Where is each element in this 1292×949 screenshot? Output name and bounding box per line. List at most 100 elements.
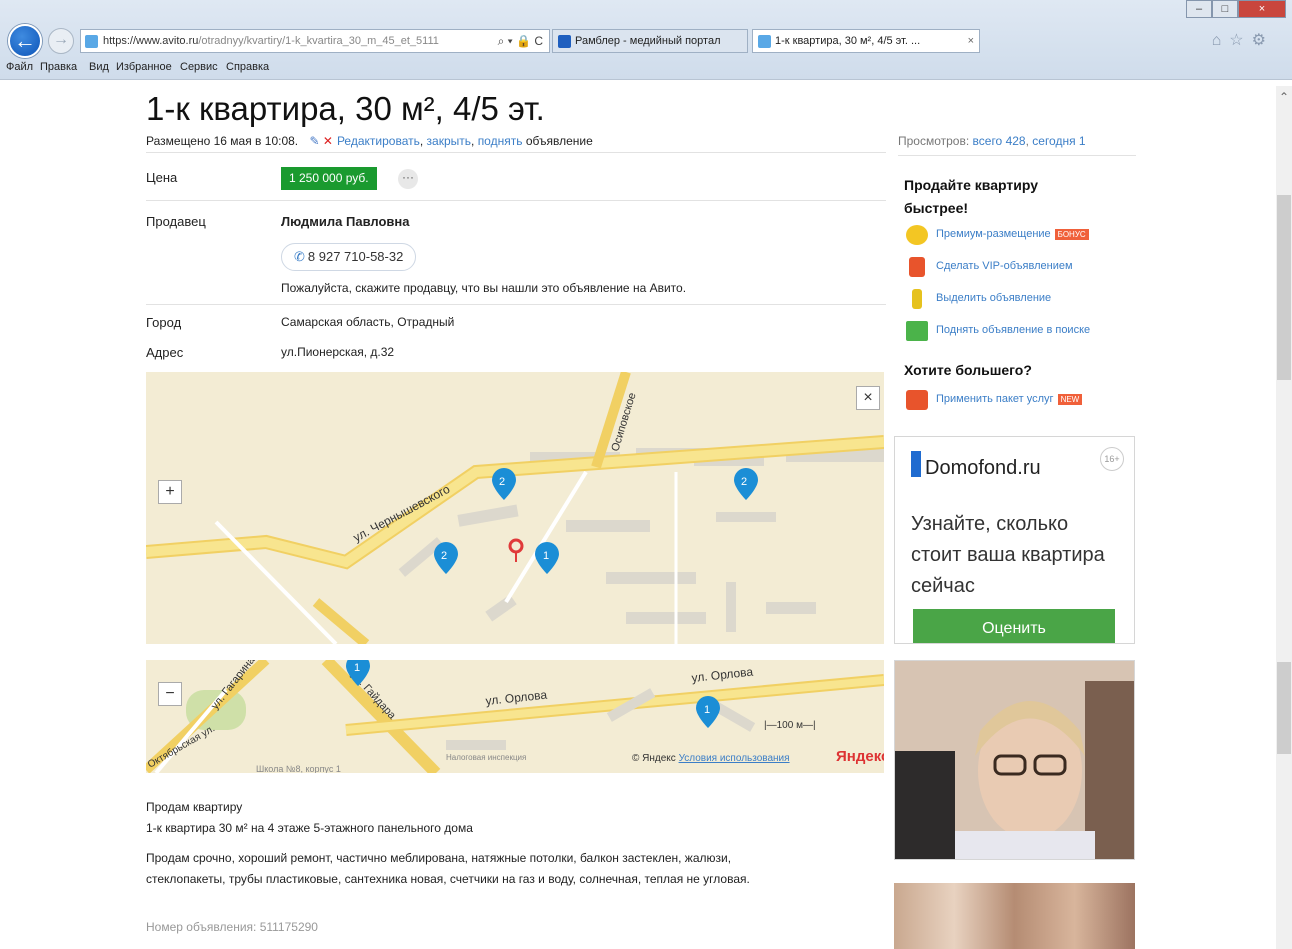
map-pin[interactable]: 1 [696,696,720,728]
browser-chrome: – □ × ← → https://www.avito.ru/otradnyy/… [0,0,1292,80]
maximize-button[interactable]: □ [1212,0,1238,18]
promo-highlight[interactable]: Выделить объявление [906,288,1051,310]
poi-label: Школа №8, корпус 1 [256,764,341,773]
description-title: Продам квартиру [146,800,243,814]
close-link[interactable]: закрыть [427,134,471,148]
vip-icon [909,257,925,277]
site-favicon-icon [85,35,98,48]
promo-label: Сделать VIP-объявлением [936,260,1073,272]
map-copyright: © Яндекс Условия использования [632,753,790,764]
forward-button[interactable]: → [48,28,74,54]
gift-icon [906,390,928,410]
pin-number: 2 [499,476,505,488]
map-lower[interactable]: ул. Орлова ул. Орлова ул. Гагарина ул. Г… [146,660,884,773]
price-label: Цена [146,170,178,185]
more-button[interactable]: ··· [398,169,418,189]
marker-icon [912,289,922,309]
views-label: Просмотров: [898,134,970,148]
views-today-link[interactable]: сегодня 1 [1032,134,1085,148]
tab-rambler[interactable]: Рамблер - медийный портал [552,29,748,53]
ad-banner-image[interactable] [894,660,1135,860]
ad-text: Узнайте, сколько стоит ваша квартира сей… [911,513,1105,597]
map-scale: |—100 м—| [764,720,816,731]
domofond-logo: Domofond.ru [911,451,1041,480]
want-more-heading: Хотите большего? [904,362,1032,378]
rambler-favicon-icon [558,35,571,48]
phone-icon: ✆ [294,249,305,264]
age-rating: 16+ [1100,447,1124,471]
scroll-up-icon[interactable]: ⌃ [1276,90,1292,104]
zoom-in-button[interactable]: + [158,480,182,504]
street-label: ул. Чернышевского [351,482,453,545]
map-pin[interactable]: 2 [434,542,458,574]
menu-file[interactable]: Файл [6,61,33,73]
raise-link[interactable]: поднять [478,134,523,148]
zoom-out-button[interactable]: − [158,682,182,706]
description-line: стеклопакеты, трубы пластиковые, сантехн… [146,872,750,886]
page-gap [0,644,1292,660]
tab-avito[interactable]: 1-к квартира, 30 м², 4/5 эт. ... × [752,29,980,53]
map-pin[interactable]: 2 [734,468,758,500]
bonus-badge: БОНУС [1054,228,1089,240]
price-badge: 1 250 000 руб. [281,167,377,190]
estimate-button[interactable]: Оценить [913,609,1115,643]
seller-label: Продавец [146,214,206,229]
promo-vip[interactable]: Сделать VIP-объявлением [906,256,1073,278]
menu-bar: Файл Правка Вид Избранное Сервис Справка [0,58,1292,78]
views-total-link[interactable]: всего 428 [973,134,1026,148]
address-host: avito.ru [162,35,199,47]
menu-tools[interactable]: Сервис [180,61,218,73]
map[interactable]: ул. Чернышевского Осиповское 2 2 2 1 × + [146,372,884,644]
menu-edit[interactable]: Правка [40,61,77,73]
pin-number: 2 [441,550,447,562]
address-bar[interactable]: https://www.avito.ru/otradnyy/kvartiry/1… [80,29,550,53]
address-label: Адрес [146,345,184,360]
menu-help[interactable]: Справка [226,61,269,73]
map-pin[interactable]: 1 [535,542,559,574]
scrollbar-thumb[interactable] [1277,195,1291,380]
scale-value: 100 м [776,720,803,731]
close-window-button[interactable]: × [1238,0,1286,18]
phone-note: Пожалуйста, скажите продавцу, что вы наш… [281,281,687,295]
promo-label: Применить пакет услуг [936,393,1054,405]
ad-banner[interactable]: Domofond.ru 16+ Узнайте, сколько стоит в… [894,436,1135,644]
menu-view[interactable]: Вид [89,61,109,73]
ad-word: объявление [525,134,593,148]
tab-label: Рамблер - медийный портал [575,35,721,47]
map-pin[interactable]: 2 [492,468,516,500]
pin-number: 2 [741,476,747,488]
description-subtitle: 1-к квартира 30 м² на 4 этаже 5-этажного… [146,821,473,835]
ad-banner-photo[interactable] [894,883,1135,949]
sell-faster-heading: Продайте квартиру быстрее! [904,177,1038,216]
scrollbar-thumb[interactable] [1277,662,1291,754]
address-controls[interactable]: ⌕ ▾ 🔒 C [493,30,543,52]
street-label: ул. Орлова [691,665,754,685]
menu-favorites[interactable]: Избранное [116,61,172,73]
ad-number: Номер объявления: 511175290 [146,920,318,934]
tab-close-icon[interactable]: × [968,30,974,52]
terms-link[interactable]: Условия использования [679,753,790,764]
pin-number: 1 [354,662,360,674]
pencil-icon: ✎ [309,134,320,148]
new-badge: NEW [1057,393,1083,405]
promo-premium[interactable]: Премиум-размещение БОНУС [906,224,1089,246]
pin-number: 1 [704,704,710,716]
minimize-button[interactable]: – [1186,0,1212,18]
promo-package[interactable]: Применить пакет услуг NEW [906,389,1083,411]
description-line: Продам срочно, хороший ремонт, частично … [146,851,732,865]
back-button[interactable]: ← [8,24,42,58]
location-pin-icon [508,538,524,562]
promo-label: Выделить объявление [936,292,1052,304]
toolbar-icons[interactable]: ⌂☆⚙ [1212,30,1274,50]
yandex-logo[interactable]: Яндекс [836,748,884,765]
promo-label: Премиум-размещение [936,228,1051,240]
map-close-button[interactable]: × [856,386,880,410]
phone-button[interactable]: ✆ 8 927 710-58-32 [281,243,417,271]
promo-raise[interactable]: Поднять объявление в поиске [906,320,1090,342]
divider [898,155,1136,156]
edit-link[interactable]: Редактировать [337,134,420,148]
posted-date: Размещено 16 мая в 10:08. [146,134,299,148]
arrow-up-icon [906,321,928,341]
address-link[interactable]: ул.Пионерская, д.32 [281,345,394,359]
avito-favicon-icon [758,35,771,48]
